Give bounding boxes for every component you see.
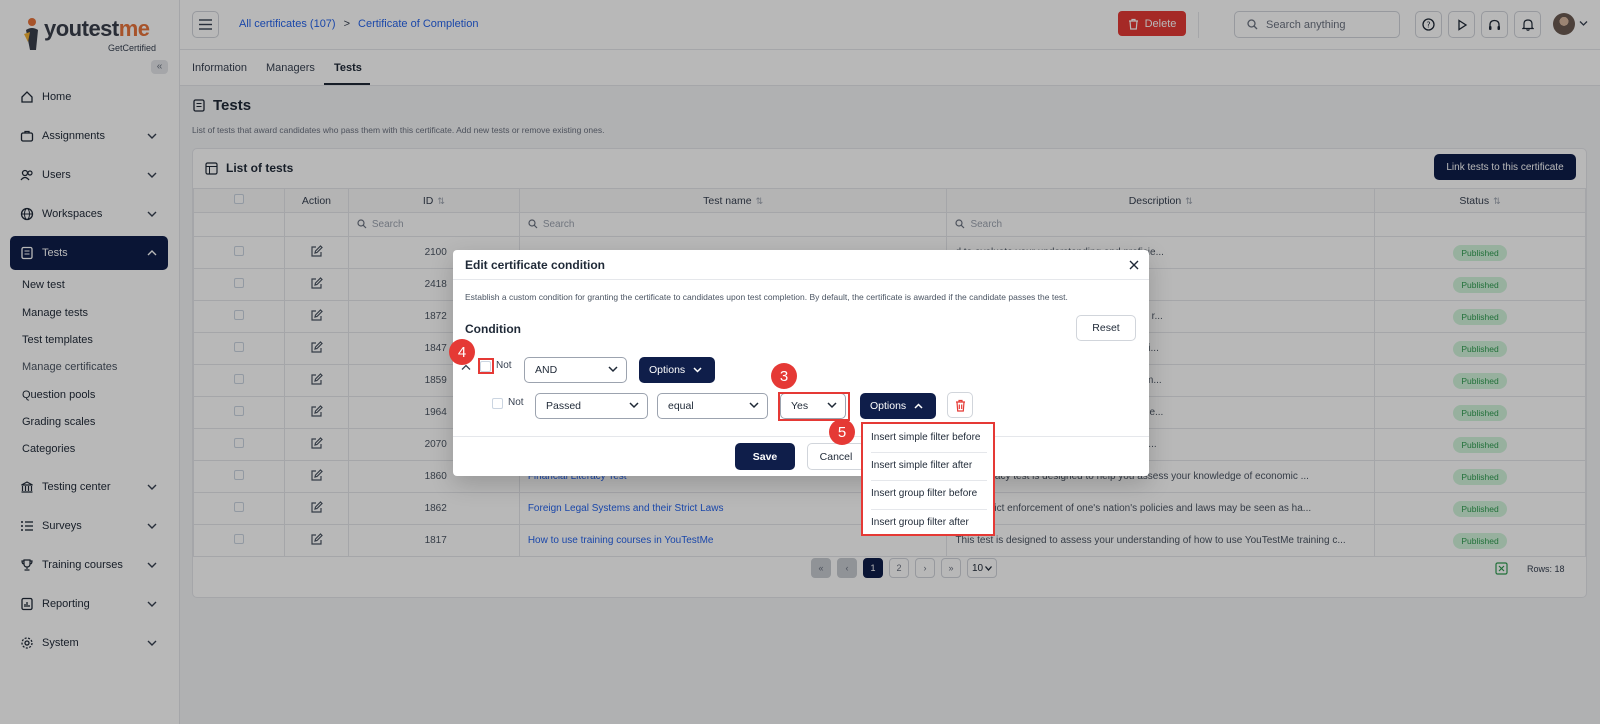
chevron-down-icon <box>693 367 702 373</box>
step-marker-3: 3 <box>771 363 797 389</box>
chevron-down-icon <box>629 402 639 409</box>
filter-operator-select[interactable]: equal <box>657 393 768 419</box>
filter-field-select[interactable]: Passed <box>535 393 648 419</box>
collapse-group-icon[interactable] <box>461 364 471 371</box>
select-value: AND <box>535 364 558 376</box>
chevron-down-icon <box>608 366 618 373</box>
menu-divider <box>871 480 987 481</box>
menu-item-insert-simple-filter-before[interactable]: Insert simple filter before <box>871 432 981 443</box>
condition-label: Condition <box>465 322 521 336</box>
menu-item-insert-simple-filter-after[interactable]: Insert simple filter after <box>871 460 972 471</box>
filter-not-label: Not <box>508 397 524 408</box>
trash-icon <box>955 399 965 412</box>
options-dropdown-menu: Insert simple filter before Insert simpl… <box>861 422 995 536</box>
step-marker-5: 5 <box>829 419 855 445</box>
group-operator-select[interactable]: AND <box>524 357 627 383</box>
chevron-up-icon <box>914 403 923 409</box>
select-value: Yes <box>791 400 809 412</box>
menu-item-insert-group-filter-after[interactable]: Insert group filter after <box>871 517 969 528</box>
options-label: Options <box>870 400 907 412</box>
select-value: Passed <box>546 400 582 412</box>
group-options-button[interactable]: Options <box>639 357 715 383</box>
close-icon[interactable] <box>1127 258 1141 272</box>
filter-not-checkbox[interactable] <box>492 398 503 409</box>
menu-item-insert-group-filter-before[interactable]: Insert group filter before <box>871 488 977 499</box>
menu-divider <box>871 452 987 453</box>
save-button[interactable]: Save <box>735 443 795 470</box>
chevron-down-icon <box>749 402 759 409</box>
dialog-footer-divider <box>453 436 1149 437</box>
reset-button[interactable]: Reset <box>1076 315 1136 341</box>
menu-divider <box>871 509 987 510</box>
filter-value-select[interactable]: Yes <box>780 393 846 419</box>
dialog-title: Edit certificate condition <box>465 258 606 272</box>
step-marker-4: 4 <box>449 339 475 365</box>
options-label: Options <box>649 364 686 376</box>
chevron-down-icon <box>827 402 837 409</box>
select-value: equal <box>668 400 694 412</box>
dialog-description: Establish a custom condition for grantin… <box>465 292 1068 302</box>
group-not-checkbox[interactable] <box>480 361 491 372</box>
group-not-label: Not <box>496 360 512 371</box>
edit-certificate-condition-dialog: Edit certificate condition Establish a c… <box>453 250 1149 476</box>
filter-options-button[interactable]: Options <box>860 393 936 419</box>
cancel-button[interactable]: Cancel <box>807 443 865 470</box>
dialog-header: Edit certificate condition <box>453 250 1149 280</box>
delete-filter-button[interactable] <box>947 392 973 418</box>
